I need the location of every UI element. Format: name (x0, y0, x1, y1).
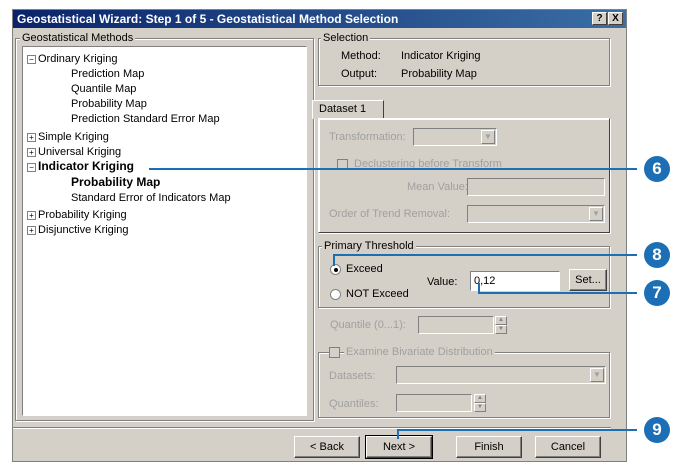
bivariate-checkbox[interactable] (329, 347, 340, 358)
callout-9: 9 (644, 417, 670, 443)
quantile-input[interactable] (418, 316, 494, 334)
close-button[interactable]: X (608, 12, 623, 25)
tree-item-quantile-map[interactable]: Quantile Map (71, 83, 136, 96)
method-value: Indicator Kriging (401, 50, 481, 62)
callout-leader-9 (397, 429, 637, 431)
chevron-down-icon: ▼ (590, 368, 604, 382)
bivariate-label: Examine Bivariate Distribution (344, 346, 495, 359)
datasets-select[interactable]: ▼ (396, 366, 606, 384)
window-title: Geostatistical Wizard: Step 1 of 5 - Geo… (17, 12, 399, 26)
tree-item-universal-kriging[interactable]: Universal Kriging (38, 146, 121, 159)
methods-legend: Geostatistical Methods (20, 32, 136, 45)
quantiles-input[interactable] (396, 394, 472, 412)
callout-8: 8 (644, 242, 670, 268)
chevron-down-icon: ▼ (589, 207, 603, 221)
output-value: Probability Map (401, 68, 477, 80)
tab-dataset-1[interactable]: Dataset 1 (312, 100, 384, 119)
tree-item-prediction-map[interactable]: Prediction Map (71, 68, 144, 81)
tree-item-indicator-kriging[interactable]: Indicator Kriging (38, 160, 134, 173)
quantile-label: Quantile (0...1): (330, 319, 406, 331)
cancel-button[interactable]: Cancel (535, 436, 601, 458)
help-button[interactable]: ? (592, 12, 607, 25)
not-exceed-radio[interactable] (330, 289, 341, 300)
spin-up-icon[interactable]: ▲ (474, 394, 486, 403)
next-button[interactable]: Next > (365, 435, 433, 459)
transformation-label: Transformation: (329, 131, 406, 143)
spin-down-icon[interactable]: ▼ (474, 403, 486, 412)
tree-item-indicator-probability-map[interactable]: Probability Map (71, 176, 160, 189)
bivariate-group: Examine Bivariate Distribution Datasets:… (318, 346, 610, 418)
mean-value-input[interactable] (467, 178, 605, 196)
expand-icon[interactable]: + (27, 211, 36, 220)
quantiles-spinner[interactable]: ▲ ▼ (474, 394, 486, 412)
datasets-label: Datasets: (329, 370, 376, 382)
callout-leader-8 (333, 254, 637, 256)
set-button[interactable]: Set... (569, 269, 607, 291)
tree-item-probability-map[interactable]: Probability Map (71, 98, 147, 111)
callout-leader-6 (149, 168, 637, 170)
threshold-value-input[interactable]: 0,12 (470, 271, 560, 291)
exceed-label[interactable]: Exceed (346, 263, 383, 276)
title-bar: Geostatistical Wizard: Step 1 of 5 - Geo… (13, 10, 626, 28)
collapse-icon[interactable]: − (27, 55, 36, 64)
not-exceed-label[interactable]: NOT Exceed (346, 288, 409, 301)
callout-6: 6 (644, 156, 670, 182)
quantile-spinner[interactable]: ▲ ▼ (495, 316, 507, 334)
selection-group: Selection Method: Indicator Kriging Outp… (318, 32, 610, 86)
tree-item-ordinary-kriging[interactable]: Ordinary Kriging (38, 53, 117, 66)
callout-7: 7 (644, 280, 670, 306)
transformation-select[interactable]: ▼ (413, 128, 497, 146)
output-label: Output: (341, 68, 378, 80)
callout-leader-8-drop (333, 254, 335, 266)
trend-removal-select[interactable]: ▼ (467, 205, 605, 223)
back-button[interactable]: < Back (294, 436, 360, 458)
tree-item-disjunctive-kriging[interactable]: Disjunctive Kriging (38, 224, 128, 237)
trend-removal-label: Order of Trend Removal: (329, 208, 451, 220)
expand-icon[interactable]: + (27, 226, 36, 235)
selection-legend: Selection (321, 32, 371, 45)
chevron-down-icon: ▼ (481, 130, 495, 144)
tree-item-simple-kriging[interactable]: Simple Kriging (38, 131, 109, 144)
expand-icon[interactable]: + (27, 133, 36, 142)
tree-item-prediction-standard-error-map[interactable]: Prediction Standard Error Map (71, 113, 220, 126)
callout-leader-9-drop (397, 429, 399, 439)
expand-icon[interactable]: + (27, 148, 36, 157)
spin-down-icon[interactable]: ▼ (495, 325, 507, 334)
collapse-icon[interactable]: − (27, 163, 36, 172)
exceed-radio[interactable] (330, 264, 341, 275)
callout-leader-7 (478, 292, 637, 294)
callout-leader-7-drop (478, 283, 480, 293)
value-label: Value: (427, 276, 458, 288)
spin-up-icon[interactable]: ▲ (495, 316, 507, 325)
tree-item-probability-kriging[interactable]: Probability Kriging (38, 209, 127, 222)
mean-value-label: Mean Value: (407, 181, 468, 193)
method-label: Method: (341, 50, 381, 62)
primary-threshold-legend: Primary Threshold (322, 240, 416, 253)
radio-selected-dot (334, 268, 338, 272)
dataset-panel: Transformation: ▼ Declustering before Tr… (318, 118, 610, 233)
method-tree[interactable]: − Ordinary Kriging Prediction Map Quanti… (22, 46, 307, 416)
tree-item-standard-error-indicators-map[interactable]: Standard Error of Indicators Map (71, 192, 231, 205)
finish-button[interactable]: Finish (456, 436, 522, 458)
quantiles-label: Quantiles: (329, 398, 379, 410)
